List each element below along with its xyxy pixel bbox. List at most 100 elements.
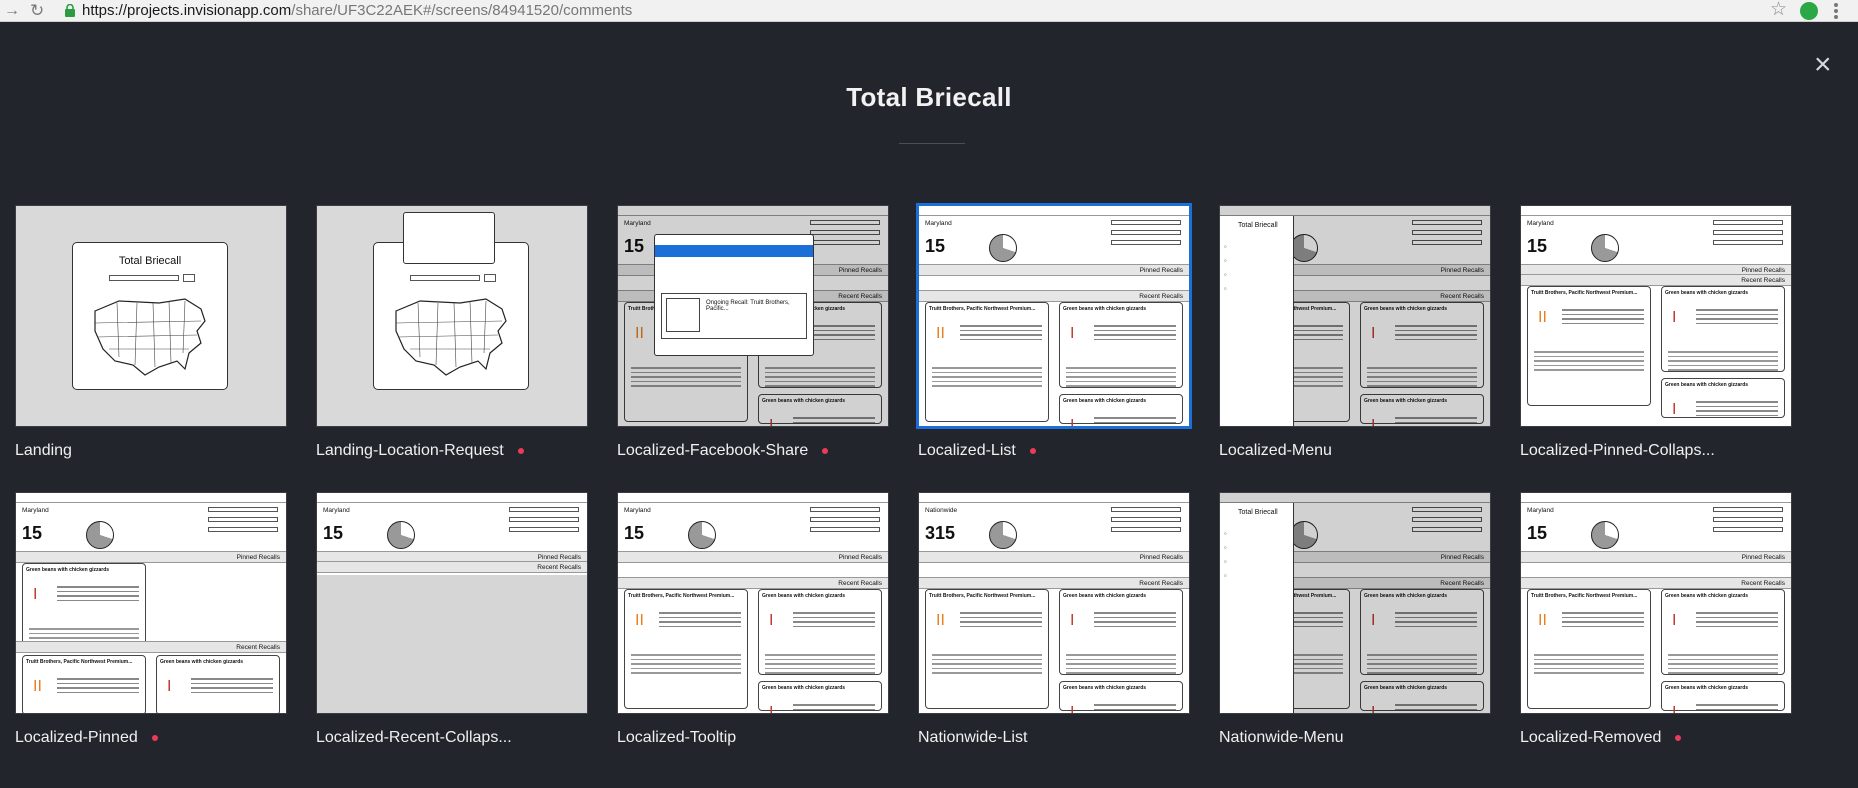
wireframe-section-label: Pinned Recalls bbox=[1139, 267, 1183, 274]
forward-icon[interactable]: → bbox=[4, 2, 20, 20]
screen-name[interactable]: Nationwide-Menu bbox=[1219, 729, 1344, 747]
screen-label-row: Localized-Recent-Collaps... bbox=[316, 728, 588, 748]
wireframe-section-bar: Recent Recalls bbox=[1521, 577, 1791, 589]
wireframe-class-roman: I bbox=[1070, 325, 1075, 342]
screen-name[interactable]: Localized-List bbox=[918, 442, 1016, 460]
screen-card[interactable]: Maryland 15 Pinned Recalls Recent Recalls Lo… bbox=[316, 492, 588, 748]
screen-name[interactable]: Localized-Removed bbox=[1520, 729, 1661, 747]
wireframe-section-bar: Pinned Recalls bbox=[618, 551, 888, 563]
screen-thumbnail[interactable]: Maryland15Pinned RecallsRecent RecallsTr… bbox=[1219, 205, 1491, 427]
wireframe-card-title: Truitt Brothers, Pacific Northwest Premi… bbox=[26, 659, 133, 665]
wireframe-share-dialog: Ongoing Recall: Truitt Brothers, Pacific… bbox=[654, 234, 814, 356]
screen-card[interactable]: Total Briecall Landing bbox=[15, 205, 287, 461]
wireframe-section-label: Recent Recalls bbox=[1139, 293, 1183, 300]
screen-label-row: Localized-Pinned-Collaps... bbox=[1520, 441, 1792, 461]
wireframe-recall-card: Green beans with chicken gizzards I bbox=[1661, 286, 1785, 372]
wireframe-recall-card: Truitt Brothers, Pacific Northwest Premi… bbox=[925, 589, 1049, 709]
wireframe-text-lines bbox=[1094, 704, 1176, 713]
wireframe-section-label: Recent Recalls bbox=[537, 564, 581, 571]
screen-card[interactable]: Maryland 15 Pinned Recalls Green beans with… bbox=[15, 492, 287, 748]
screen-label-row: Nationwide-Menu bbox=[1219, 728, 1491, 748]
unread-comments-dot bbox=[822, 448, 829, 454]
screen-thumbnail[interactable]: Maryland15Pinned RecallsRecent RecallsTr… bbox=[1219, 492, 1491, 714]
wireframe-header bbox=[317, 493, 587, 503]
wireframe-location: Maryland bbox=[323, 507, 350, 514]
screen-thumbnail[interactable]: Maryland 15 Pinned Recalls Green beans with… bbox=[15, 492, 287, 714]
wireframe-menu-item: ○ bbox=[1224, 272, 1227, 277]
screen-name[interactable]: Localized-Tooltip bbox=[617, 729, 736, 747]
url-field[interactable]: https://projects.invisionapp.com/share/U… bbox=[82, 2, 632, 20]
screen-thumbnail[interactable]: Maryland15Pinned RecallsRecent RecallsTr… bbox=[1520, 492, 1792, 714]
extension-icon[interactable] bbox=[1800, 2, 1818, 20]
screen-name[interactable]: Localized-Pinned-Collaps... bbox=[1520, 442, 1715, 460]
wireframe-text-lines bbox=[1066, 367, 1176, 390]
screen-thumbnail[interactable]: Total Briecall bbox=[15, 205, 287, 427]
wireframe-text-lines bbox=[1696, 612, 1778, 630]
reload-icon[interactable]: ↻ bbox=[30, 2, 44, 20]
screen-card[interactable]: Maryland15Pinned RecallsRecent RecallsTr… bbox=[617, 205, 889, 461]
wireframe-card-title: Green beans with chicken gizzards bbox=[1665, 593, 1749, 599]
wireframe-class-roman: I bbox=[1070, 704, 1075, 714]
screen-name[interactable]: Localized-Menu bbox=[1219, 442, 1332, 460]
unread-comments-dot bbox=[1029, 448, 1036, 454]
wireframe-text-lines bbox=[1094, 325, 1176, 343]
screen-thumbnail[interactable]: Nationwide 315 Pinned Recalls Recent Recall… bbox=[918, 492, 1190, 714]
screen-name[interactable]: Localized-Recent-Collaps... bbox=[316, 729, 512, 747]
screen-name[interactable]: Localized-Facebook-Share bbox=[617, 442, 808, 460]
pie-chart-graphic bbox=[688, 521, 716, 549]
screen-card[interactable]: Maryland15Pinned RecallsRecent RecallsTr… bbox=[617, 492, 889, 748]
wireframe-recall-card: Green beans with chicken gizzards I bbox=[1059, 394, 1183, 426]
wireframe-section-label: Recent Recalls bbox=[236, 644, 280, 651]
screen-card[interactable]: Maryland15Pinned RecallsRecent RecallsTr… bbox=[1520, 205, 1792, 461]
screen-name[interactable]: Localized-Pinned bbox=[15, 729, 138, 747]
wireframe-header bbox=[919, 493, 1189, 503]
screen-thumbnail[interactable]: Maryland15Pinned RecallsRecent RecallsTr… bbox=[1520, 205, 1792, 427]
wireframe-header bbox=[618, 493, 888, 503]
wireframe-section-label: Pinned Recalls bbox=[1741, 267, 1785, 274]
wireframe-section-bar: Recent Recalls bbox=[919, 577, 1189, 589]
wireframe-menu-title: Total Briecall bbox=[1238, 222, 1278, 229]
screen-thumbnail[interactable]: Maryland 15 Pinned Recalls Recent Recalls bbox=[316, 492, 588, 714]
wireframe-header bbox=[1521, 493, 1791, 503]
screen-card[interactable]: Maryland15Pinned RecallsRecent RecallsTr… bbox=[1219, 492, 1491, 748]
unread-comments-dot bbox=[151, 735, 158, 741]
wireframe-text-lines bbox=[793, 704, 875, 713]
screen-thumbnail[interactable]: Maryland15Pinned RecallsRecent RecallsTr… bbox=[617, 492, 889, 714]
wireframe-card-title: Green beans with chicken gizzards bbox=[1665, 382, 1749, 388]
screen-card[interactable]: Landing-Location-Request bbox=[316, 205, 588, 461]
screen-thumbnail[interactable]: Maryland15Pinned RecallsRecent RecallsTr… bbox=[617, 205, 889, 427]
screen-thumbnail[interactable]: Maryland15Pinned RecallsRecent RecallsTr… bbox=[916, 203, 1192, 429]
screen-name[interactable]: Landing bbox=[15, 442, 72, 460]
wireframe-section-bar: Pinned Recalls bbox=[919, 551, 1189, 563]
wireframe-location: Maryland bbox=[1527, 220, 1554, 227]
bookmark-star-icon[interactable]: ☆ bbox=[1770, 0, 1787, 20]
wireframe-menu-item: ○ bbox=[1224, 573, 1227, 578]
wireframe-text-lines bbox=[1668, 351, 1778, 374]
wireframe-recall-card: Green beans with chicken gizzards I bbox=[1661, 681, 1785, 713]
wireframe-menu-item: ○ bbox=[1224, 545, 1227, 550]
screen-card[interactable]: Maryland15Pinned RecallsRecent RecallsTr… bbox=[916, 203, 1192, 461]
wireframe-section-label: Pinned Recalls bbox=[537, 554, 581, 561]
screen-card[interactable]: Maryland15Pinned RecallsRecent RecallsTr… bbox=[1520, 492, 1792, 748]
wireframe-location: Maryland bbox=[1527, 507, 1554, 514]
wireframe-text-lines bbox=[1534, 351, 1644, 374]
wireframe-card-title: Truitt Brothers, Pacific Northwest Premi… bbox=[628, 593, 735, 599]
screen-card[interactable]: Nationwide 315 Pinned Recalls Recent Recall… bbox=[918, 492, 1190, 748]
wireframe-section-label: Pinned Recalls bbox=[1741, 554, 1785, 561]
browser-menu-icon[interactable] bbox=[1834, 3, 1838, 19]
wireframe-selects bbox=[810, 507, 880, 537]
wireframe-text-lines bbox=[1534, 654, 1644, 677]
close-icon[interactable]: × bbox=[1814, 50, 1832, 80]
wireframe-section-bar: Pinned Recalls bbox=[16, 551, 286, 563]
wireframe-selects bbox=[1111, 220, 1181, 250]
wireframe-location-dialog bbox=[403, 212, 495, 264]
screen-name[interactable]: Nationwide-List bbox=[918, 729, 1027, 747]
screen-name[interactable]: Landing-Location-Request bbox=[316, 442, 504, 460]
wireframe-card-title: Green beans with chicken gizzards bbox=[762, 593, 846, 599]
title-divider bbox=[899, 143, 965, 144]
wireframe-recall-card: Truitt Brothers, Pacific Northwest Premi… bbox=[1527, 286, 1651, 406]
screen-thumbnail[interactable] bbox=[316, 205, 588, 427]
pie-chart-graphic bbox=[86, 521, 114, 549]
screen-card[interactable]: Maryland15Pinned RecallsRecent RecallsTr… bbox=[1219, 205, 1491, 461]
wireframe-card-title: Green beans with chicken gizzards bbox=[1063, 398, 1147, 404]
